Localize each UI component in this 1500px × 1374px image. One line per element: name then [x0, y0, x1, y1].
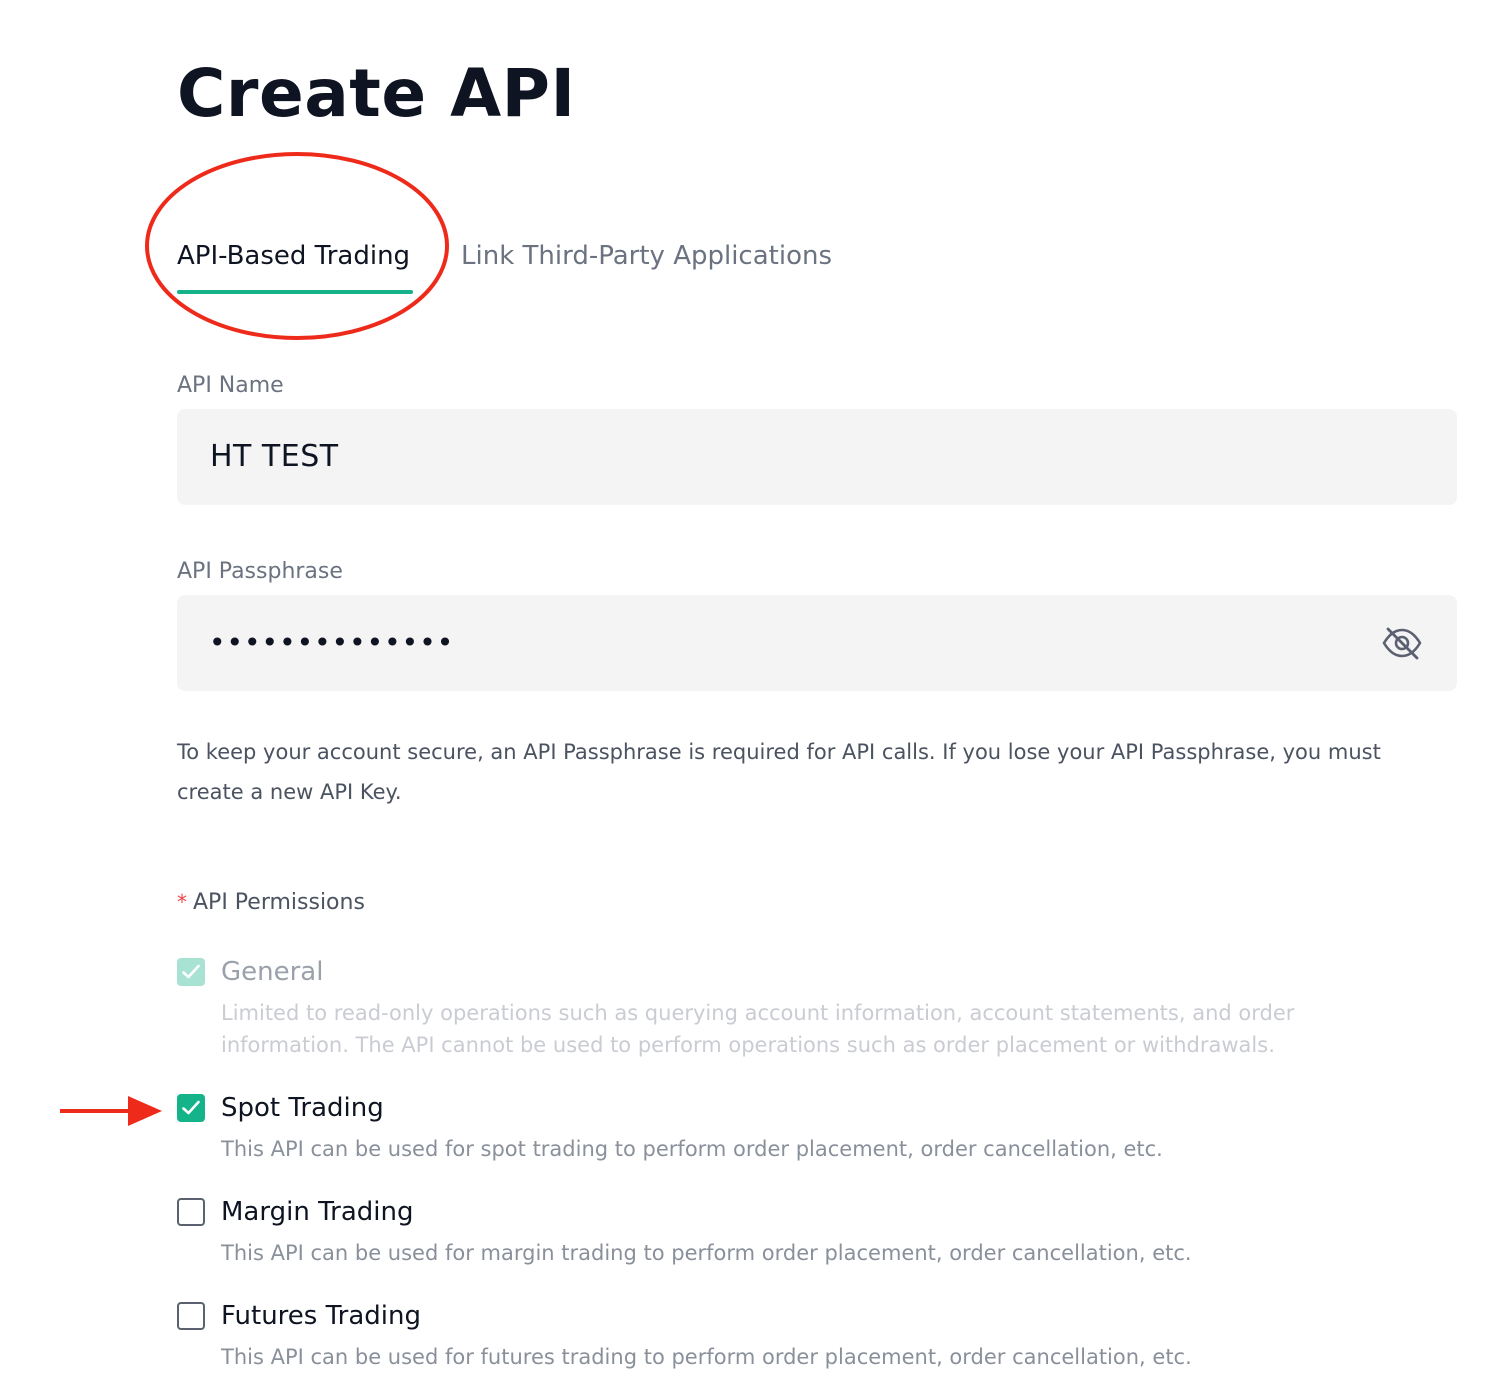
api-passphrase-label: API Passphrase — [177, 559, 343, 584]
tab-bar: API-Based Trading Link Third-Party Appli… — [177, 234, 877, 298]
checkbox-spot-trading[interactable] — [177, 1094, 205, 1122]
passphrase-hint: To keep your account secure, an API Pass… — [177, 740, 1381, 804]
annotation-red-arrow — [60, 1096, 162, 1126]
permission-name: Spot Trading — [221, 1093, 384, 1123]
api-name-field[interactable]: HT TEST — [177, 409, 1457, 505]
checkbox-futures-trading[interactable] — [177, 1302, 205, 1330]
permission-description: This API can be used for futures trading… — [221, 1345, 1192, 1369]
required-asterisk: * — [177, 890, 187, 914]
permission-description: Limited to read-only operations such as … — [221, 1001, 1295, 1057]
api-passphrase-field[interactable]: •••••••••••••• — [177, 595, 1457, 691]
permission-name: General — [221, 957, 324, 987]
checkbox-general — [177, 958, 205, 986]
check-icon — [182, 1100, 200, 1115]
permission-description: This API can be used for spot trading to… — [221, 1137, 1163, 1161]
api-name-value: HT TEST — [210, 439, 339, 474]
api-permissions-title: * API Permissions — [177, 886, 365, 919]
active-tab-indicator — [177, 290, 413, 294]
tab-link-third-party-applications[interactable]: Link Third-Party Applications — [461, 234, 832, 278]
permission-description: This API can be used for margin trading … — [221, 1241, 1192, 1265]
permission-name: Futures Trading — [221, 1301, 422, 1331]
tab-api-based-trading[interactable]: API-Based Trading — [177, 234, 410, 278]
check-icon — [182, 964, 200, 979]
api-passphrase-value: •••••••••••••• — [209, 626, 455, 659]
page-title: Create API — [177, 55, 576, 132]
api-permissions-label: API Permissions — [193, 890, 365, 915]
permission-name: Margin Trading — [221, 1197, 414, 1227]
api-name-label: API Name — [177, 373, 284, 398]
eye-off-icon[interactable] — [1381, 624, 1423, 662]
checkbox-margin-trading[interactable] — [177, 1198, 205, 1226]
